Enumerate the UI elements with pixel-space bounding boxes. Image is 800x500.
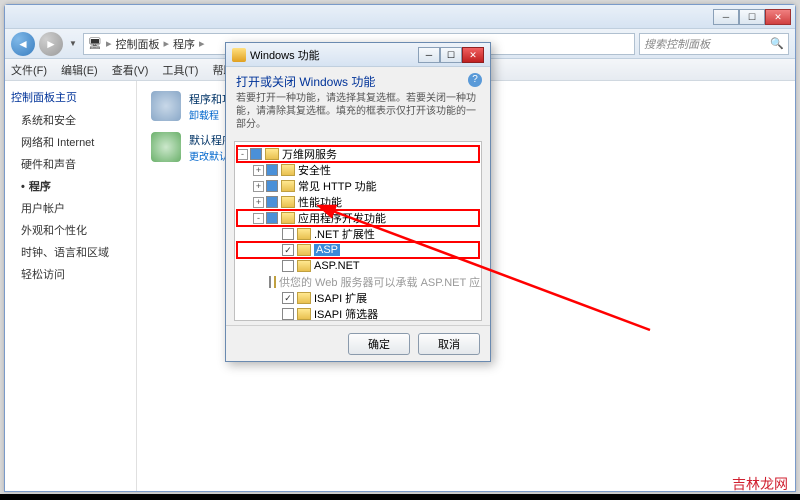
folder-icon	[297, 228, 311, 240]
sidebar-header[interactable]: 控制面板主页	[11, 89, 130, 105]
sidebar: 控制面板主页 系统和安全网络和 Internet硬件和声音程序用户帐户外观和个性…	[5, 81, 137, 491]
tree-node[interactable]: ISAPI 筛选器	[237, 306, 479, 321]
default-programs-icon	[151, 132, 181, 162]
menu-edit[interactable]: 编辑(E)	[61, 62, 98, 78]
tree-checkbox[interactable]	[266, 212, 278, 224]
tree-node[interactable]: 供您的 Web 服务器可以承载 ASP.NET 应用程序	[237, 274, 479, 290]
tree-node[interactable]: ASP	[237, 242, 479, 258]
sidebar-item[interactable]: 用户帐户	[11, 197, 130, 219]
sidebar-item[interactable]: 网络和 Internet	[11, 131, 130, 153]
search-placeholder: 搜索控制面板	[644, 36, 710, 52]
titlebar: ─ ☐ ✕	[5, 5, 795, 29]
search-icon: 🔍	[770, 37, 784, 50]
help-icon[interactable]: ?	[468, 73, 482, 87]
dialog-icon	[232, 48, 246, 62]
tree-label: 安全性	[298, 162, 331, 178]
tree-checkbox[interactable]	[282, 292, 294, 304]
sidebar-item[interactable]: 硬件和声音	[11, 153, 130, 175]
menu-tools[interactable]: 工具(T)	[162, 62, 198, 78]
tree-node[interactable]: + 常见 HTTP 功能	[237, 178, 479, 194]
folder-icon	[281, 180, 295, 192]
tree-checkbox[interactable]	[282, 260, 294, 272]
menu-view[interactable]: 查看(V)	[112, 62, 149, 78]
dialog-titlebar: Windows 功能 ─ ☐ ✕	[226, 43, 490, 67]
sidebar-item[interactable]: 外观和个性化	[11, 219, 130, 241]
folder-icon	[297, 308, 311, 320]
sidebar-item[interactable]: 系统和安全	[11, 109, 130, 131]
windows-features-dialog: Windows 功能 ─ ☐ ✕ 打开或关闭 Windows 功能 若要打开一种…	[225, 42, 491, 362]
tree-expander[interactable]: +	[253, 181, 264, 192]
forward-button[interactable]: ►	[39, 32, 63, 56]
tree-node[interactable]: + 性能功能	[237, 194, 479, 210]
sidebar-item[interactable]: 时钟、语言和区域	[11, 241, 130, 263]
dialog-title: Windows 功能	[250, 47, 320, 63]
tree-label: ISAPI 扩展	[314, 290, 367, 306]
dialog-minimize-button[interactable]: ─	[418, 47, 440, 63]
tree-checkbox[interactable]	[282, 308, 294, 320]
tree-label: 性能功能	[298, 194, 342, 210]
breadcrumb-item[interactable]: 控制面板	[116, 36, 160, 52]
tree-expander[interactable]: -	[237, 149, 248, 160]
cancel-button[interactable]: 取消	[418, 333, 480, 355]
minimize-button[interactable]: ─	[713, 9, 739, 25]
folder-icon	[297, 292, 311, 304]
tree-expander[interactable]: -	[253, 213, 264, 224]
tree-label: 供您的 Web 服务器可以承载 ASP.NET 应用程序	[279, 274, 482, 290]
tree-checkbox[interactable]	[250, 148, 262, 160]
ok-button[interactable]: 确定	[348, 333, 410, 355]
tree-label: .NET 扩展性	[314, 226, 375, 242]
folder-icon	[297, 260, 311, 272]
tree-label: 常见 HTTP 功能	[298, 178, 377, 194]
back-button[interactable]: ◄	[11, 32, 35, 56]
tree-checkbox[interactable]	[269, 276, 271, 288]
tree-node[interactable]: + 安全性	[237, 162, 479, 178]
folder-icon	[281, 212, 295, 224]
sidebar-item[interactable]: 程序	[11, 175, 130, 197]
tree-node[interactable]: .NET 扩展性	[237, 226, 479, 242]
folder-icon	[281, 196, 295, 208]
tree-checkbox[interactable]	[266, 196, 278, 208]
close-button[interactable]: ✕	[765, 9, 791, 25]
menu-file[interactable]: 文件(F)	[11, 62, 47, 78]
search-input[interactable]: 搜索控制面板 🔍	[639, 33, 789, 55]
programs-features-icon	[151, 91, 181, 121]
folder-icon	[281, 164, 295, 176]
tree-checkbox[interactable]	[282, 244, 294, 256]
folder-icon	[297, 244, 311, 256]
tree-checkbox[interactable]	[266, 164, 278, 176]
nav-history-dropdown[interactable]: ▼	[67, 39, 79, 48]
tree-node[interactable]: ISAPI 扩展	[237, 290, 479, 306]
folder-icon	[265, 148, 279, 160]
tree-label: ISAPI 筛选器	[314, 306, 378, 321]
tree-expander[interactable]: +	[253, 165, 264, 176]
tree-label: 万维网服务	[282, 146, 337, 162]
dialog-close-button[interactable]: ✕	[462, 47, 484, 63]
tree-node[interactable]: ASP.NET	[237, 258, 479, 274]
dialog-maximize-button[interactable]: ☐	[440, 47, 462, 63]
dialog-heading: 打开或关闭 Windows 功能	[236, 73, 480, 90]
breadcrumb-item[interactable]: 程序	[173, 36, 195, 52]
black-bottom-bar	[0, 494, 800, 500]
tree-label: ASP.NET	[314, 260, 360, 272]
folder-icon	[274, 276, 276, 288]
tree-expander[interactable]: +	[253, 197, 264, 208]
tree-label: ASP	[314, 244, 340, 256]
tree-checkbox[interactable]	[266, 180, 278, 192]
tree-node[interactable]: - 应用程序开发功能	[237, 210, 479, 226]
tree-node[interactable]: - 万维网服务	[237, 146, 479, 162]
maximize-button[interactable]: ☐	[739, 9, 765, 25]
feature-tree[interactable]: - 万维网服务 + 安全性 + 常见 HTTP 功能 + 性能功能 - 应用程序开发功能.NET …	[234, 141, 482, 321]
tree-label: 应用程序开发功能	[298, 210, 386, 226]
breadcrumb-icon: 🖥	[88, 37, 102, 50]
sidebar-item[interactable]: 轻松访问	[11, 263, 130, 285]
watermark: 吉林龙网	[732, 474, 788, 494]
tree-checkbox[interactable]	[282, 228, 294, 240]
dialog-description: 若要打开一种功能，请选择其复选框。若要关闭一种功能，请清除其复选框。填充的框表示…	[236, 92, 480, 131]
